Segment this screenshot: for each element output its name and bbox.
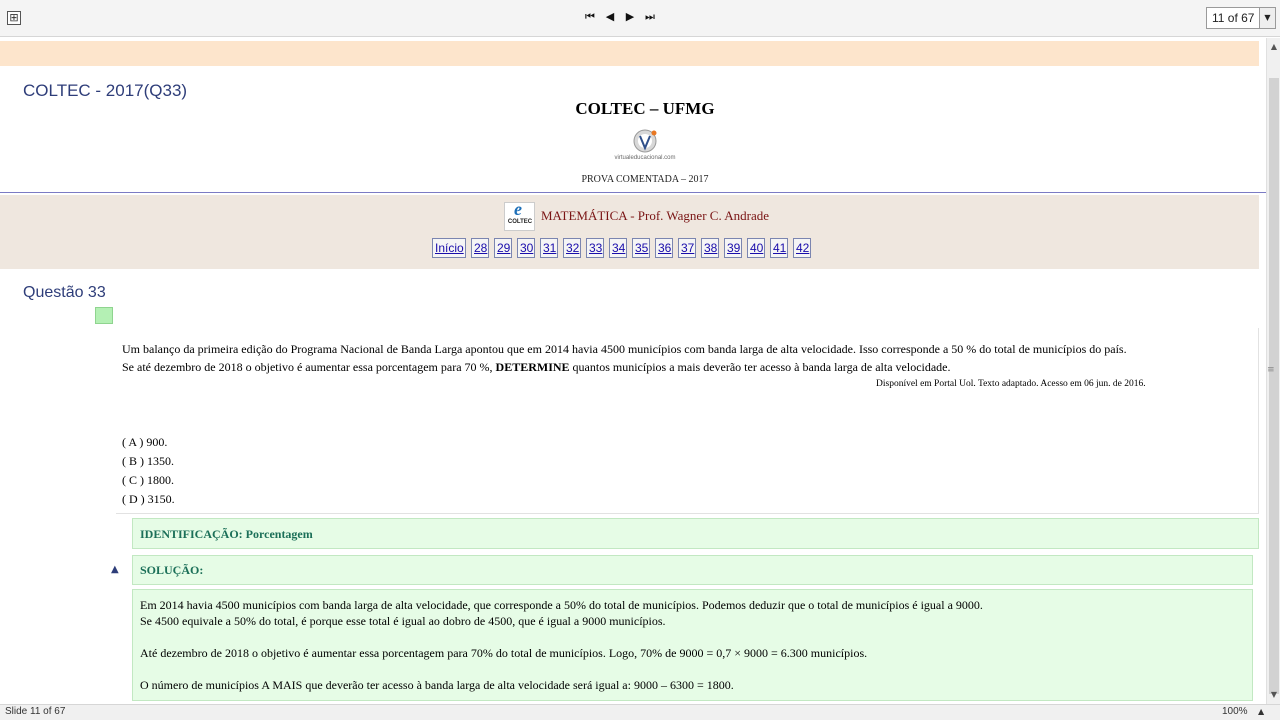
status-bar: Slide 11 of 67 100% ▲ bbox=[0, 704, 1280, 720]
slide-status: Slide 11 of 67 bbox=[5, 706, 66, 717]
divider bbox=[0, 192, 1270, 193]
solution-header[interactable]: SOLUÇÃO: bbox=[132, 555, 1253, 585]
answer-options: ( A ) 900. ( B ) 1350. ( C ) 1800. ( D )… bbox=[122, 433, 175, 509]
scroll-up-icon[interactable]: ▲ bbox=[1267, 40, 1280, 54]
coltec-logo-mark-icon: e bbox=[514, 199, 522, 219]
question-keyword: DETERMINE bbox=[495, 360, 570, 374]
solution-paragraph-1: Em 2014 havia 4500 municípios com banda … bbox=[140, 598, 983, 612]
slide-heading: COLTEC - 2017(Q33) bbox=[23, 81, 188, 100]
pager-link[interactable]: 41 bbox=[770, 238, 788, 258]
identification-box: IDENTIFICAÇÃO: Porcentagem bbox=[132, 518, 1259, 549]
chevron-down-icon[interactable]: ▼ bbox=[1259, 8, 1275, 28]
pager-link[interactable]: 40 bbox=[747, 238, 765, 258]
identification-label: IDENTIFICAÇÃO: Porcentagem bbox=[140, 527, 313, 541]
header-band bbox=[0, 41, 1259, 66]
scroll-grip-icon: ≡ bbox=[1267, 365, 1275, 375]
subject-line: MATEMÁTICA - Prof. Wagner C. Andrade bbox=[541, 208, 769, 223]
zoom-level[interactable]: 100% bbox=[1222, 706, 1248, 717]
solution-paragraph-4: O número de municípios A MAIS que deverã… bbox=[140, 678, 734, 692]
option-d: ( D ) 3150. bbox=[122, 492, 175, 506]
pager-link[interactable]: 31 bbox=[540, 238, 558, 258]
status-marker bbox=[95, 307, 113, 324]
logo-mark-icon bbox=[633, 129, 657, 153]
document-subtitle: PROVA COMENTADA – 2017 bbox=[581, 174, 709, 185]
pager-link[interactable]: 30 bbox=[517, 238, 535, 258]
question-text: Um balanço da primeira edição do Program… bbox=[122, 340, 1242, 376]
option-a: ( A ) 900. bbox=[122, 435, 168, 449]
question-line-2: Se até dezembro de 2018 o objetivo é aum… bbox=[122, 358, 1242, 376]
question-source: Disponível em Portal Uol. Texto adaptado… bbox=[876, 379, 1146, 389]
slide-selector[interactable]: 11 of 67 ▼ bbox=[1206, 7, 1276, 29]
last-slide-button[interactable]: ⏭ bbox=[643, 9, 657, 25]
pager-link[interactable]: 35 bbox=[632, 238, 650, 258]
question-title: Questão 33 bbox=[23, 284, 106, 301]
question-pager: Início 28 29 30 31 32 33 34 35 36 37 38 … bbox=[432, 238, 816, 258]
scroll-thumb[interactable] bbox=[1269, 78, 1279, 694]
slide-navigation: ⏮ ◀ ▶ ⏭ bbox=[583, 9, 657, 25]
question-line-2-end: quantos municípios a mais deverão ter ac… bbox=[569, 360, 951, 374]
pager-link-home[interactable]: Início bbox=[432, 238, 466, 258]
document-title: COLTEC – UFMG bbox=[575, 99, 715, 118]
collapse-icon[interactable]: ▲ bbox=[111, 564, 119, 575]
next-slide-button[interactable]: ▶ bbox=[623, 9, 637, 25]
viewer-toolbar: ⊞ ⏮ ◀ ▶ ⏭ 11 of 67 ▼ bbox=[0, 0, 1280, 37]
solution-paragraph-3: Até dezembro de 2018 o objetivo é aument… bbox=[140, 646, 868, 660]
logo-caption: virtualeducacional.com bbox=[614, 155, 676, 161]
pager-link[interactable]: 42 bbox=[793, 238, 811, 258]
option-b: ( B ) 1350. bbox=[122, 454, 174, 468]
slide-counter: 11 of 67 bbox=[1212, 11, 1255, 25]
solution-body: Em 2014 havia 4500 municípios com banda … bbox=[132, 589, 1253, 701]
virtual-logo: virtualeducacional.com bbox=[614, 128, 676, 164]
scroll-down-icon[interactable]: ▼ bbox=[1267, 688, 1280, 702]
zoom-caret-icon[interactable]: ▲ bbox=[1258, 707, 1264, 716]
first-slide-button[interactable]: ⏮ bbox=[583, 9, 597, 25]
coltec-logo-text: COLTEC bbox=[507, 219, 533, 225]
expand-icon[interactable]: ⊞ bbox=[7, 11, 21, 25]
pager-link[interactable]: 38 bbox=[701, 238, 719, 258]
pager-link[interactable]: 34 bbox=[609, 238, 627, 258]
pager-link[interactable]: 32 bbox=[563, 238, 581, 258]
pager-link[interactable]: 39 bbox=[724, 238, 742, 258]
option-c: ( C ) 1800. bbox=[122, 473, 174, 487]
previous-slide-button[interactable]: ◀ bbox=[603, 9, 617, 25]
pager-link[interactable]: 29 bbox=[494, 238, 512, 258]
pager-link[interactable]: 28 bbox=[471, 238, 489, 258]
pager-link[interactable]: 33 bbox=[586, 238, 604, 258]
pager-link[interactable]: 37 bbox=[678, 238, 696, 258]
solution-heading: SOLUÇÃO: bbox=[140, 563, 204, 577]
pager-link[interactable]: 36 bbox=[655, 238, 673, 258]
solution-paragraph-2: Se 4500 equivale a 50% do total, é porqu… bbox=[140, 614, 666, 628]
coltec-logo: e COLTEC bbox=[504, 199, 535, 231]
question-line-1: Um balanço da primeira edição do Program… bbox=[122, 342, 1127, 356]
question-line-2-start: Se até dezembro de 2018 o objetivo é aum… bbox=[122, 360, 496, 374]
